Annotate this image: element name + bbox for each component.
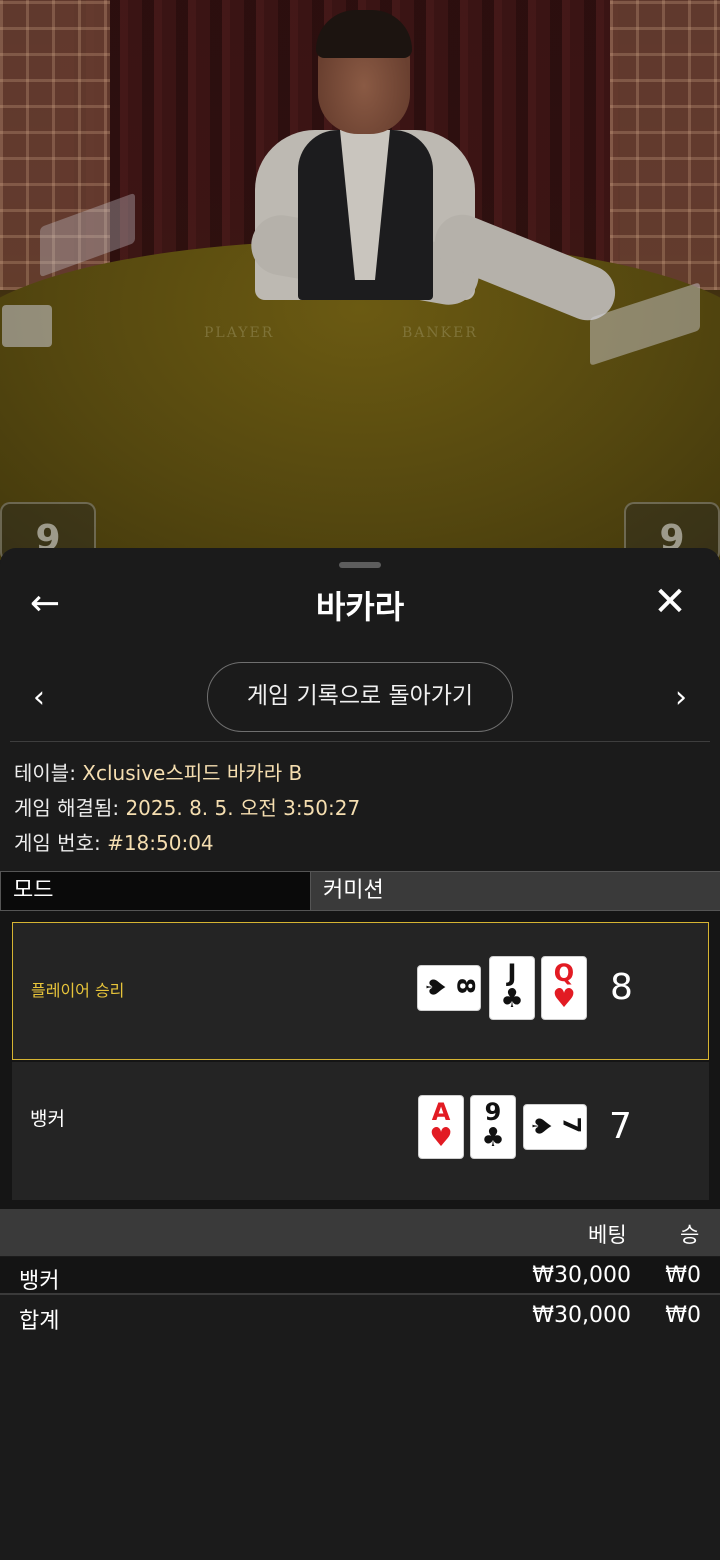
card-rank: Q xyxy=(553,959,575,987)
table-value: Xclusive스피드 바카라 B xyxy=(82,761,303,785)
back-to-history-button[interactable]: 게임 기록으로 돌아가기 xyxy=(207,662,513,732)
bet-column-header: 베팅 xyxy=(588,1223,627,1247)
card-suit: ♣ xyxy=(481,1123,505,1153)
player-score: 8 xyxy=(610,967,633,1008)
total-bet-amount: ₩30,000 xyxy=(532,1303,631,1328)
banker-card-2: 9 ♣ xyxy=(470,1095,516,1159)
game-detail-sheet: ← 바카라 ✕ ‹ 게임 기록으로 돌아가기 › 테이블: Xclusive스피… xyxy=(0,548,720,1560)
tab-commission[interactable]: 커미션 xyxy=(311,871,720,911)
table-info-line: 테이블: Xclusive스피드 바카라 B xyxy=(14,756,360,791)
game-info: 테이블: Xclusive스피드 바카라 B 게임 해결됨: 2025. 8. … xyxy=(14,756,360,861)
card-rank: A xyxy=(431,1098,451,1126)
card-rank: J xyxy=(507,959,517,987)
card-deck xyxy=(2,305,52,347)
bet-name: 뱅커 xyxy=(19,1269,60,1294)
win-amount: ₩0 xyxy=(665,1263,701,1288)
banker-hand-row: 뱅커 A ♥ 9 ♣ ♠ 7 7 xyxy=(12,1062,709,1200)
total-label: 합계 xyxy=(19,1309,60,1334)
felt-player-text: PLAYER xyxy=(204,325,275,341)
hands-panel: 플레이어 승리 ♠ 8 J ♣ Q ♥ 8 뱅커 A ♥ 9 ♣ ♠ 7 7 xyxy=(0,911,720,1209)
total-win-amount: ₩0 xyxy=(665,1303,701,1328)
previous-game-chevron-icon[interactable]: ‹ xyxy=(24,678,54,718)
win-column-header: 승 xyxy=(680,1223,700,1247)
sheet-drag-handle[interactable] xyxy=(339,562,381,568)
banker-label: 뱅커 xyxy=(30,1108,65,1130)
table-row: 뱅커 ₩30,000 ₩0 xyxy=(0,1257,720,1295)
tab-mode[interactable]: 모드 xyxy=(0,871,311,911)
resolved-info-line: 게임 해결됨: 2025. 8. 5. 오전 3:50:27 xyxy=(14,791,360,826)
player-card-2: J ♣ xyxy=(489,956,535,1020)
resolved-value: 2025. 8. 5. 오전 3:50:27 xyxy=(125,796,361,820)
lattice-screen-right xyxy=(610,0,720,290)
total-row: 합계 ₩30,000 ₩0 xyxy=(0,1297,720,1335)
game-number-line: 게임 번호: #18:50:04 xyxy=(14,826,360,861)
felt-banker-text: BANKER xyxy=(402,325,478,341)
resolved-label: 게임 해결됨: xyxy=(14,796,126,820)
bets-table-header: 베팅 승 xyxy=(0,1209,720,1256)
page-title: 바카라 xyxy=(315,588,405,626)
game-number-value: #18:50:04 xyxy=(107,831,214,855)
live-video-background: PLAYER BANKER 9 9 xyxy=(0,0,720,560)
player-hand-row: 플레이어 승리 ♠ 8 J ♣ Q ♥ 8 xyxy=(12,922,709,1060)
player-card-1: ♠ 8 xyxy=(417,965,481,1011)
divider xyxy=(10,741,710,742)
close-icon[interactable]: ✕ xyxy=(650,582,690,622)
banker-card-3: ♠ 7 xyxy=(523,1104,587,1150)
card-suit: ♥ xyxy=(552,984,576,1014)
card-suit: ♣ xyxy=(500,984,524,1014)
card-suit: ♥ xyxy=(429,1123,453,1153)
card-suit: ♠ xyxy=(525,1114,556,1138)
player-card-3: Q ♥ xyxy=(541,956,587,1020)
card-rank: 8 xyxy=(451,977,480,995)
player-win-label: 플레이어 승리 xyxy=(31,981,125,1000)
card-rank: 9 xyxy=(484,1098,502,1126)
card-suit: ♠ xyxy=(419,975,450,999)
tab-bar: 모드 커미션 xyxy=(0,871,720,911)
next-game-chevron-icon[interactable]: › xyxy=(666,678,696,718)
banker-score: 7 xyxy=(609,1106,632,1147)
banker-card-1: A ♥ xyxy=(418,1095,464,1159)
table-label: 테이블: xyxy=(14,761,83,785)
bet-amount: ₩30,000 xyxy=(532,1263,631,1288)
game-number-label: 게임 번호: xyxy=(14,831,108,855)
card-rank: 7 xyxy=(557,1116,586,1134)
